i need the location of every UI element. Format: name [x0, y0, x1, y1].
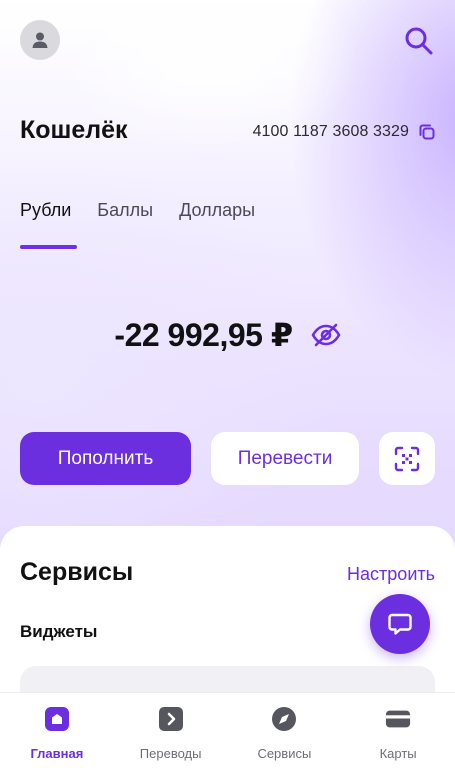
- balance-row: -22 992,95 ₽: [0, 316, 455, 354]
- account-number-row[interactable]: 4100 1187 3608 3329: [253, 122, 437, 142]
- card-icon: [385, 706, 411, 732]
- widgets-label: Виджеты: [20, 622, 98, 641]
- chat-icon: [388, 613, 412, 635]
- chat-button[interactable]: [370, 594, 430, 654]
- avatar[interactable]: [20, 20, 60, 60]
- eye-off-icon[interactable]: [311, 323, 341, 347]
- nav-item-home[interactable]: Главная: [0, 693, 114, 768]
- nav-label-home: Главная: [30, 746, 84, 761]
- tab-dollars[interactable]: Доллары: [179, 200, 255, 239]
- transfer-button[interactable]: Перевести: [211, 432, 359, 485]
- bottom-nav: Главная Переводы Сервисы Карты: [0, 692, 455, 768]
- transfers-icon: [158, 706, 184, 732]
- configure-link[interactable]: Настроить: [347, 564, 435, 585]
- currency-tabs: Рубли Баллы Доллары: [20, 200, 281, 249]
- search-icon: [405, 27, 433, 55]
- account-number: 4100 1187 3608 3329: [252, 123, 409, 140]
- nav-item-transfers[interactable]: Переводы: [114, 693, 228, 768]
- balance-amount: -22 992,95 ₽: [114, 317, 293, 353]
- top-up-button[interactable]: Пополнить: [20, 432, 191, 485]
- nav-item-services[interactable]: Сервисы: [228, 693, 342, 768]
- nav-label-cards: Карты: [379, 746, 417, 761]
- home-icon: [44, 706, 70, 732]
- services-icon: [271, 706, 297, 732]
- nav-label-transfers: Переводы: [139, 746, 202, 761]
- copy-icon[interactable]: [417, 122, 437, 142]
- tab-points[interactable]: Баллы: [97, 200, 153, 239]
- services-title: Сервисы: [20, 558, 134, 586]
- nav-label-services: Сервисы: [257, 746, 312, 761]
- user-icon: [32, 32, 48, 48]
- nav-item-cards[interactable]: Карты: [341, 693, 455, 768]
- tab-rubles[interactable]: Рубли: [20, 200, 78, 249]
- search-button[interactable]: [402, 24, 436, 58]
- page-title: Кошелёк: [20, 116, 128, 144]
- qr-scan-icon: [394, 446, 420, 471]
- qr-scan-button[interactable]: [379, 432, 435, 485]
